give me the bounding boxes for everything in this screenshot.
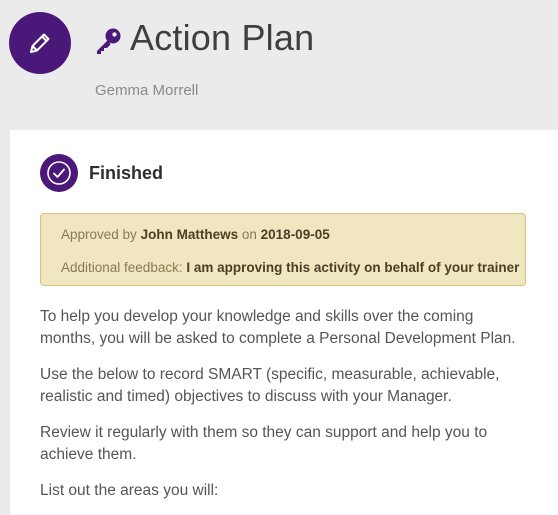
header: Action Plan Gemma Morrell <box>0 0 558 130</box>
paragraph: Use the below to record SMART (specific,… <box>40 366 500 405</box>
feedback-text: I am approving this activity on behalf o… <box>186 260 520 275</box>
instructions: To help you develop your knowledge and s… <box>40 306 530 515</box>
approved-by-label: Approved by <box>61 227 137 242</box>
approval-box: Approved by John Matthews on 2018-09-05 … <box>40 213 526 286</box>
page-title: Action Plan <box>130 17 315 58</box>
page: Action Plan Gemma Morrell Finished Appro… <box>0 0 558 515</box>
paragraph: List out the areas you will: <box>40 482 219 499</box>
on-label: on <box>241 227 257 242</box>
approval-date: 2018-09-05 <box>260 227 330 242</box>
paragraph: Review it regularly with them so they ca… <box>40 424 488 463</box>
feedback-line: Additional feedback: I am approving this… <box>61 260 519 275</box>
check-circle-icon <box>40 154 78 192</box>
edit-button[interactable] <box>9 12 71 74</box>
paragraph: To help you develop your knowledge and s… <box>40 308 516 347</box>
checkmark-icon <box>47 161 71 185</box>
content-card: Finished Approved by John Matthews on 20… <box>10 130 558 515</box>
feedback-label: Additional feedback: <box>61 260 183 275</box>
pencil-icon <box>30 33 50 53</box>
approval-line: Approved by John Matthews on 2018-09-05 <box>61 227 330 242</box>
key-icon <box>97 28 121 54</box>
status-label: Finished <box>89 162 164 183</box>
approver-name: John Matthews <box>140 227 239 242</box>
status-row: Finished <box>40 154 163 192</box>
user-name: Gemma Morrell <box>95 82 199 99</box>
